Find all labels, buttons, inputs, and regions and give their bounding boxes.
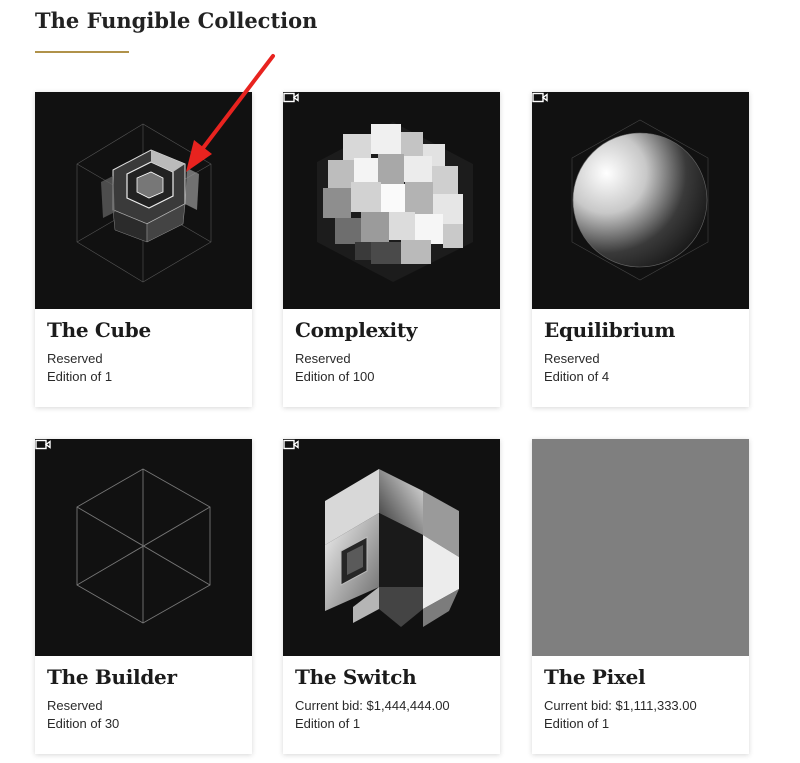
card-current-bid: Current bid: $1,444,444.00	[295, 698, 450, 713]
card-status: Reserved	[47, 351, 103, 366]
card-info: The Pixel Current bid: $1,111,333.00 Edi…	[544, 667, 739, 733]
equilibrium-artwork[interactable]	[532, 92, 749, 309]
card-current-bid: Current bid: $1,111,333.00	[544, 698, 697, 713]
builder-artwork[interactable]	[35, 439, 252, 656]
card-complexity[interactable]: Complexity Reserved Edition of 100	[283, 92, 500, 407]
card-the-switch[interactable]: The Switch Current bid: $1,444,444.00 Ed…	[283, 439, 500, 754]
cube-artwork[interactable]	[35, 92, 252, 309]
card-the-pixel[interactable]: The Pixel Current bid: $1,111,333.00 Edi…	[532, 439, 749, 754]
video-camera-icon	[283, 439, 299, 450]
card-edition: Edition of 100	[295, 369, 375, 384]
card-info: Complexity Reserved Edition of 100	[295, 320, 490, 386]
card-the-builder[interactable]: The Builder Reserved Edition of 30	[35, 439, 252, 754]
card-info: The Cube Reserved Edition of 1	[47, 320, 242, 386]
card-title: The Pixel	[544, 665, 646, 689]
complexity-artwork[interactable]	[283, 92, 500, 309]
card-status: Reserved	[47, 698, 103, 713]
card-edition: Edition of 30	[47, 716, 120, 731]
title-underline	[35, 51, 129, 53]
card-title: The Builder	[47, 665, 177, 689]
card-info: The Builder Reserved Edition of 30	[47, 667, 242, 733]
card-status: Reserved	[544, 351, 600, 366]
switch-artwork[interactable]	[283, 439, 500, 656]
video-camera-icon	[283, 92, 299, 103]
card-edition: Edition of 1	[544, 716, 610, 731]
card-equilibrium[interactable]: Equilibrium Reserved Edition of 4	[532, 92, 749, 407]
card-title: Complexity	[295, 318, 418, 342]
card-edition: Edition of 1	[295, 716, 361, 731]
video-camera-icon	[35, 439, 51, 450]
card-edition: Edition of 1	[47, 369, 113, 384]
card-title: The Cube	[47, 318, 151, 342]
card-edition: Edition of 4	[544, 369, 610, 384]
card-status: Reserved	[295, 351, 351, 366]
card-the-cube[interactable]: The Cube Reserved Edition of 1	[35, 92, 252, 407]
video-camera-icon	[532, 92, 548, 103]
card-info: The Switch Current bid: $1,444,444.00 Ed…	[295, 667, 490, 733]
card-title: Equilibrium	[544, 318, 676, 342]
card-title: The Switch	[295, 665, 417, 689]
card-info: Equilibrium Reserved Edition of 4	[544, 320, 739, 386]
pixel-artwork[interactable]	[532, 439, 749, 656]
page-title: The Fungible Collection	[35, 8, 318, 33]
